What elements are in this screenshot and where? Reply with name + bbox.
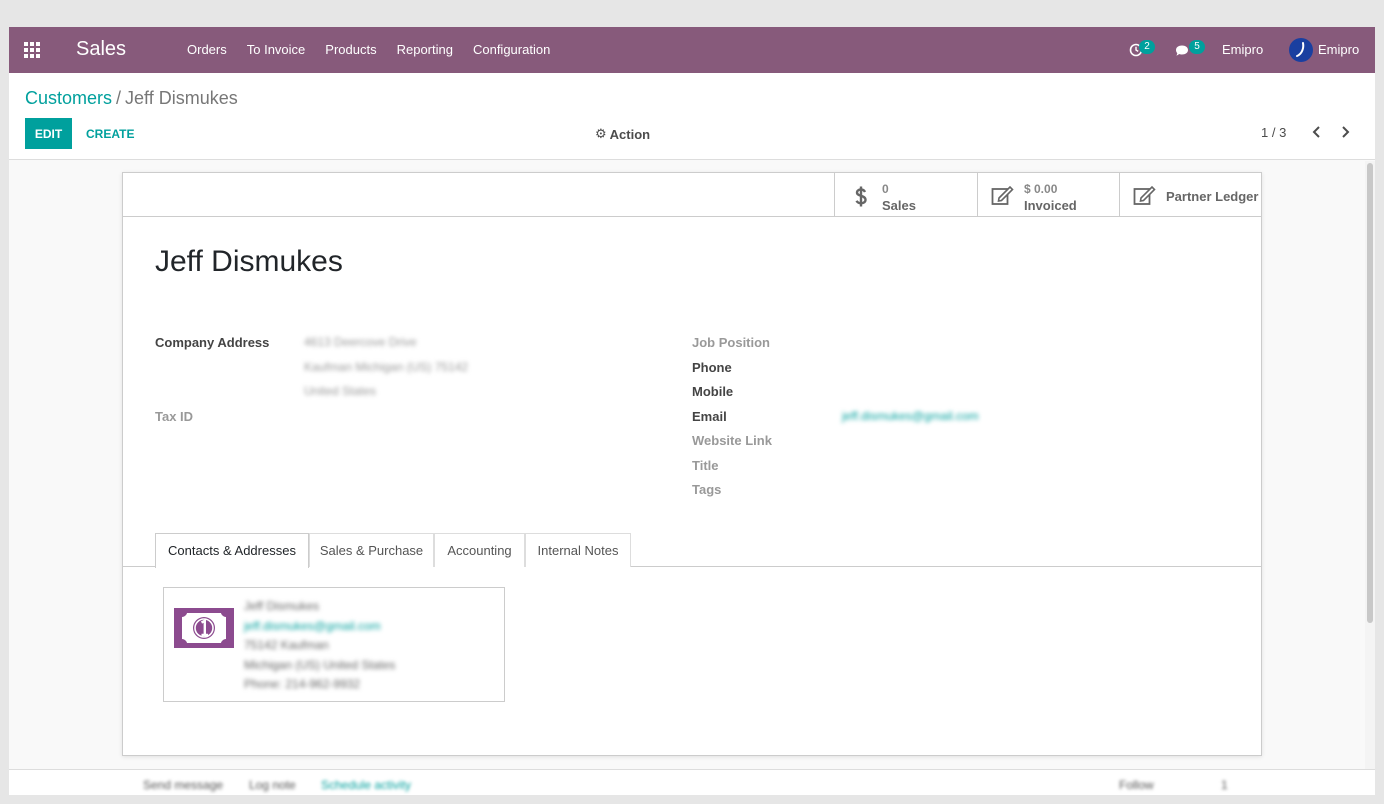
form-sheet: 0 Sales $ 0.00 Invoiced Partner Ledger J… — [122, 172, 1262, 756]
edit-square-icon — [991, 185, 1014, 205]
action-dropdown[interactable]: ⚙ Action — [595, 126, 650, 142]
edit-square-icon — [1133, 185, 1156, 205]
action-label: Action — [609, 126, 651, 142]
top-menu: Orders To Invoice Products Reporting Con… — [177, 27, 560, 73]
tags-label: Tags — [692, 482, 722, 497]
apps-grid-icon[interactable] — [24, 42, 42, 58]
menu-orders[interactable]: Orders — [177, 27, 237, 73]
create-button[interactable]: CREATE — [79, 118, 141, 149]
contact-address-line2: Michigan (US) United States — [244, 658, 396, 672]
contact-name: Jeff Dismukes — [244, 599, 320, 613]
contact-phone: Phone: 214-962-9932 — [244, 677, 361, 691]
tax-id-label: Tax ID — [155, 409, 194, 424]
gear-icon: ⚙ — [595, 126, 607, 141]
invoiced-amount: $ 0.00 — [1024, 182, 1058, 196]
phone-label: Phone — [692, 360, 732, 375]
activity-count-badge: 2 — [1139, 40, 1155, 54]
partner-ledger-smart-button[interactable]: Partner Ledger — [1119, 173, 1261, 216]
menu-reporting[interactable]: Reporting — [387, 27, 463, 73]
notebook-tabs: Contacts & Addresses Sales & Purchase Ac… — [123, 533, 1261, 568]
contact-card[interactable]: Jeff Dismukes jeff.dismukes@gmail.com 75… — [163, 587, 505, 702]
mobile-label: Mobile — [692, 384, 734, 399]
smart-button-box: 0 Sales $ 0.00 Invoiced Partner Ledger — [123, 173, 1261, 217]
activity-menu[interactable]: 2 — [1127, 27, 1163, 73]
log-note-button[interactable]: Log note — [249, 778, 296, 792]
address-street: 4613 Deercove Drive — [304, 335, 417, 349]
sales-smart-button[interactable]: 0 Sales — [834, 173, 977, 216]
app-brand[interactable]: Sales — [76, 38, 126, 61]
tab-accounting[interactable]: Accounting — [434, 533, 525, 567]
sales-label: Sales — [882, 198, 916, 213]
invoiced-label: Invoiced — [1024, 198, 1077, 213]
email-label: Email — [692, 409, 727, 424]
partner-ledger-label: Partner Ledger — [1166, 189, 1259, 204]
contact-placeholder-icon — [174, 608, 234, 648]
tab-internal-notes[interactable]: Internal Notes — [525, 533, 631, 567]
partner-name: Jeff Dismukes — [155, 245, 343, 278]
title-label: Title — [692, 458, 719, 473]
tab-sales-purchase[interactable]: Sales & Purchase — [309, 533, 434, 567]
breadcrumb: Customers / Jeff Dismukes — [25, 88, 238, 109]
breadcrumb-separator: / — [116, 88, 122, 108]
chatter-topbar: Send message Log note Schedule activity … — [9, 769, 1375, 795]
menu-products[interactable]: Products — [315, 27, 386, 73]
address-city-line: Kaufman Michigan (US) 75142 — [304, 360, 469, 374]
vertical-scrollbar[interactable] — [1365, 161, 1375, 769]
pager-value[interactable]: 1 / 3 — [1261, 125, 1286, 140]
company-address-label: Company Address — [155, 335, 270, 350]
website-label: Website Link — [692, 433, 772, 448]
tab-contacts-addresses[interactable]: Contacts & Addresses — [155, 533, 309, 568]
address-country: United States — [304, 384, 377, 398]
scrollbar-thumb[interactable] — [1367, 163, 1373, 623]
followers-count[interactable]: 1 — [1221, 778, 1228, 792]
chevron-left-icon[interactable] — [1309, 124, 1325, 140]
messaging-menu[interactable]: 5 — [1173, 27, 1213, 73]
control-panel: Customers / Jeff Dismukes EDIT CREATE ⚙ Ac… — [9, 73, 1375, 160]
company-switcher[interactable]: Emipro — [1222, 27, 1263, 73]
contact-address-line1: 75142 Kaufman — [244, 638, 329, 652]
user-logo-icon — [1296, 42, 1305, 57]
job-position-label: Job Position — [692, 335, 770, 350]
contact-email[interactable]: jeff.dismukes@gmail.com — [244, 619, 381, 633]
send-message-button[interactable]: Send message — [143, 778, 223, 792]
invoiced-smart-button[interactable]: $ 0.00 Invoiced — [977, 173, 1119, 216]
edit-button[interactable]: EDIT — [25, 118, 72, 149]
menu-to-invoice[interactable]: To Invoice — [237, 27, 316, 73]
user-avatar — [1289, 38, 1313, 62]
sales-count: 0 — [882, 182, 889, 196]
app-window: Sales Orders To Invoice Products Reporti… — [9, 27, 1375, 795]
breadcrumb-current: Jeff Dismukes — [125, 88, 238, 108]
breadcrumb-customers[interactable]: Customers — [25, 88, 112, 108]
menu-configuration[interactable]: Configuration — [463, 27, 560, 73]
schedule-activity-button[interactable]: Schedule activity — [321, 778, 411, 792]
user-menu[interactable]: Emipro — [1289, 27, 1369, 73]
chevron-right-icon[interactable] — [1337, 124, 1353, 140]
main-navbar: Sales Orders To Invoice Products Reporti… — [9, 27, 1375, 73]
message-count-badge: 5 — [1189, 40, 1205, 54]
dollar-icon — [855, 186, 867, 207]
user-name: Emipro — [1318, 42, 1360, 57]
email-link[interactable]: jeff.dismukes@gmail.com — [842, 409, 979, 423]
follow-button[interactable]: Follow — [1119, 778, 1154, 792]
